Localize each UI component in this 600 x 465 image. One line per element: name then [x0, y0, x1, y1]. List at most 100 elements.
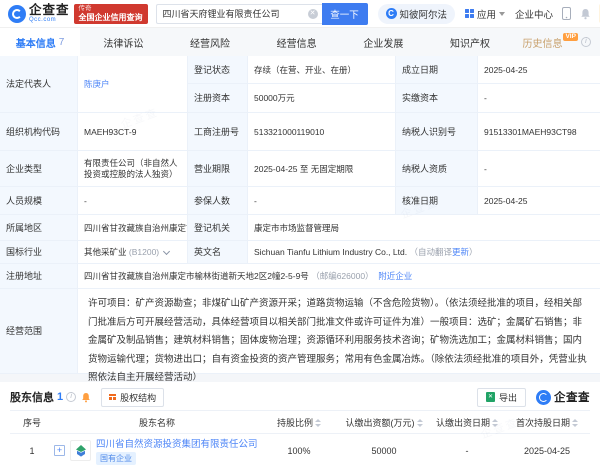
- sort-icon[interactable]: [416, 419, 423, 427]
- tab-label: 经营风险: [190, 38, 230, 50]
- field-label: 所属地区: [0, 215, 78, 240]
- tab-label: 知识产权: [450, 38, 491, 50]
- tab-bar: 基本信息 7 法律诉讼 经营风险 经营信息 企业发展 知识产权 历史信息 VIP: [0, 28, 600, 56]
- shareholders-section: 股东信息 1 股权结构 导出 企查查: [0, 384, 600, 465]
- field-value: MAEH93CT-9: [78, 113, 188, 150]
- col-ratio[interactable]: 持股比例: [260, 416, 338, 429]
- expand-row-button[interactable]: [54, 445, 65, 456]
- mobile-app-icon[interactable]: [562, 7, 572, 20]
- field-value: 2025-04-25: [484, 64, 528, 75]
- field-label: 营业期限: [188, 151, 248, 186]
- field-value: 513321000119010: [248, 113, 396, 150]
- table-header-row: 序号 股东名称 持股比例 认缴出资额(万元) 认缴出资日期 首次持股日期: [10, 410, 590, 434]
- tab-legal-litigation[interactable]: 法律诉讼: [80, 28, 167, 56]
- field-label: 企业类型: [0, 151, 78, 186]
- tab-company-development[interactable]: 企业发展: [340, 28, 427, 56]
- field-label: 纳税人资质: [396, 151, 478, 186]
- search-button[interactable]: 查一下: [321, 2, 368, 25]
- shareholder-name-link[interactable]: 四川省自然资源投资集团有限责任公司: [96, 436, 258, 450]
- logo-domain: Qcc.com: [29, 17, 57, 24]
- tab-basic-info[interactable]: 基本信息 7: [0, 28, 80, 56]
- field-label: 核准日期: [396, 187, 478, 214]
- field-value: -: [484, 163, 487, 174]
- col-no: 序号: [22, 417, 41, 428]
- translate-update-link[interactable]: 更新: [452, 246, 469, 258]
- field-value: 存续（在营、开业、在册）: [248, 56, 396, 83]
- tab-operation-risk[interactable]: 经营风险: [167, 28, 254, 56]
- export-button[interactable]: 导出: [476, 387, 526, 407]
- col-amount[interactable]: 认缴出资额(万元): [338, 416, 430, 429]
- notification-bell-icon[interactable]: [580, 8, 591, 20]
- qcc-logo-icon: [536, 389, 551, 405]
- col-first-date[interactable]: 首次持股日期: [504, 416, 590, 429]
- field-label: 组织机构代码: [0, 113, 78, 150]
- field-label: 登记机关: [188, 215, 248, 240]
- shareholders-count: 1: [57, 391, 64, 403]
- subscribe-bell-icon[interactable]: [81, 392, 91, 403]
- info-icon[interactable]: [580, 37, 591, 47]
- tab-count: 7: [58, 36, 65, 48]
- alfa-label: 知彼阿尔法: [399, 9, 448, 21]
- brand-name: 企查查: [554, 392, 590, 404]
- col-date[interactable]: 认缴出资日期: [430, 416, 504, 429]
- industry-code: (B1200): [128, 247, 160, 257]
- shareholders-title: 股东信息: [10, 392, 54, 404]
- search-input[interactable]: [155, 3, 322, 24]
- translate-note: （自动翻译: [409, 247, 452, 257]
- tab-intellectual-property[interactable]: 知识产权: [427, 28, 514, 56]
- amount-value: 50000: [371, 445, 397, 456]
- col-label: 认缴出资额(万元): [345, 417, 415, 428]
- postcode: （邮编626000）: [311, 271, 374, 281]
- field-label: 参保人数: [188, 187, 248, 214]
- tab-label: 基本信息: [15, 38, 56, 50]
- promo-tag: 传奇: [78, 4, 92, 12]
- export-label: 导出: [498, 392, 517, 403]
- sort-icon[interactable]: [572, 419, 578, 427]
- alfa-icon: [385, 8, 397, 19]
- first-date-value: 2025-04-25: [523, 445, 571, 456]
- field-label: 英文名: [188, 241, 248, 263]
- tab-label: 法律诉讼: [103, 38, 144, 50]
- industry-value: 其他采矿业: [84, 247, 127, 257]
- shareholders-table: 序号 股东名称 持股比例 认缴出资额(万元) 认缴出资日期 首次持股日期 1 四…: [10, 410, 590, 465]
- qcc-logo[interactable]: 企查查 Qcc.com: [8, 2, 70, 24]
- basic-info-table: 法定代表人 陈庚户 登记状态 存续（在营、开业、在册） 成立日期 2025-04…: [0, 56, 600, 383]
- enterprise-center-link[interactable]: 企业中心: [515, 7, 553, 21]
- field-value: 有限责任公司（非自然人投资或控股的法人独资）: [84, 157, 178, 179]
- ratio-value: 100%: [287, 445, 311, 456]
- field-label: 实缴资本: [396, 84, 478, 112]
- caret-down-icon: [499, 11, 506, 16]
- nearby-companies-link[interactable]: 附近企业: [378, 270, 412, 282]
- tab-history-info[interactable]: 历史信息 VIP: [513, 28, 600, 56]
- sort-icon[interactable]: [315, 419, 321, 427]
- top-bar: 企查查 Qcc.com 传奇 全国企业信用查询 查一下 知彼阿尔法 应用 企业中…: [0, 0, 600, 28]
- tab-label: 历史信息: [522, 38, 563, 50]
- alfa-nav-item[interactable]: 知彼阿尔法: [377, 3, 456, 24]
- col-label: 首次持股日期: [515, 417, 570, 428]
- field-value: 康定市市场监督管理局: [254, 222, 340, 233]
- field-value: -: [248, 187, 396, 214]
- translate-note-close: ）: [469, 247, 478, 257]
- logo-title: 企查查: [29, 2, 70, 17]
- tab-operation-info[interactable]: 经营信息: [253, 28, 340, 56]
- tab-label: 经营信息: [276, 38, 317, 50]
- search-group: 查一下: [155, 2, 368, 25]
- apps-menu[interactable]: 应用: [465, 7, 506, 21]
- info-icon[interactable]: [66, 392, 77, 402]
- field-value: 2025-04-25 至 无固定期限: [248, 151, 396, 186]
- qcc-watermark-brand: 企查查: [536, 389, 590, 405]
- excel-icon: [485, 392, 495, 402]
- industry-dropdown[interactable]: 其他采矿业 (B1200): [78, 241, 188, 263]
- sort-icon[interactable]: [492, 419, 498, 427]
- col-label: 持股比例: [276, 417, 313, 428]
- legal-representative-link[interactable]: 陈庚户: [84, 78, 110, 90]
- date-value: -: [465, 445, 469, 456]
- org-chart-icon: [109, 394, 117, 400]
- equity-structure-button[interactable]: 股权结构: [101, 387, 165, 407]
- field-label: 法定代表人: [0, 56, 78, 112]
- field-value: -: [484, 93, 487, 103]
- field-value: 50000万元: [248, 84, 396, 112]
- clear-search-icon[interactable]: [307, 8, 318, 19]
- field-label: 经营范围: [0, 289, 78, 373]
- vip-badge: VIP: [563, 33, 578, 41]
